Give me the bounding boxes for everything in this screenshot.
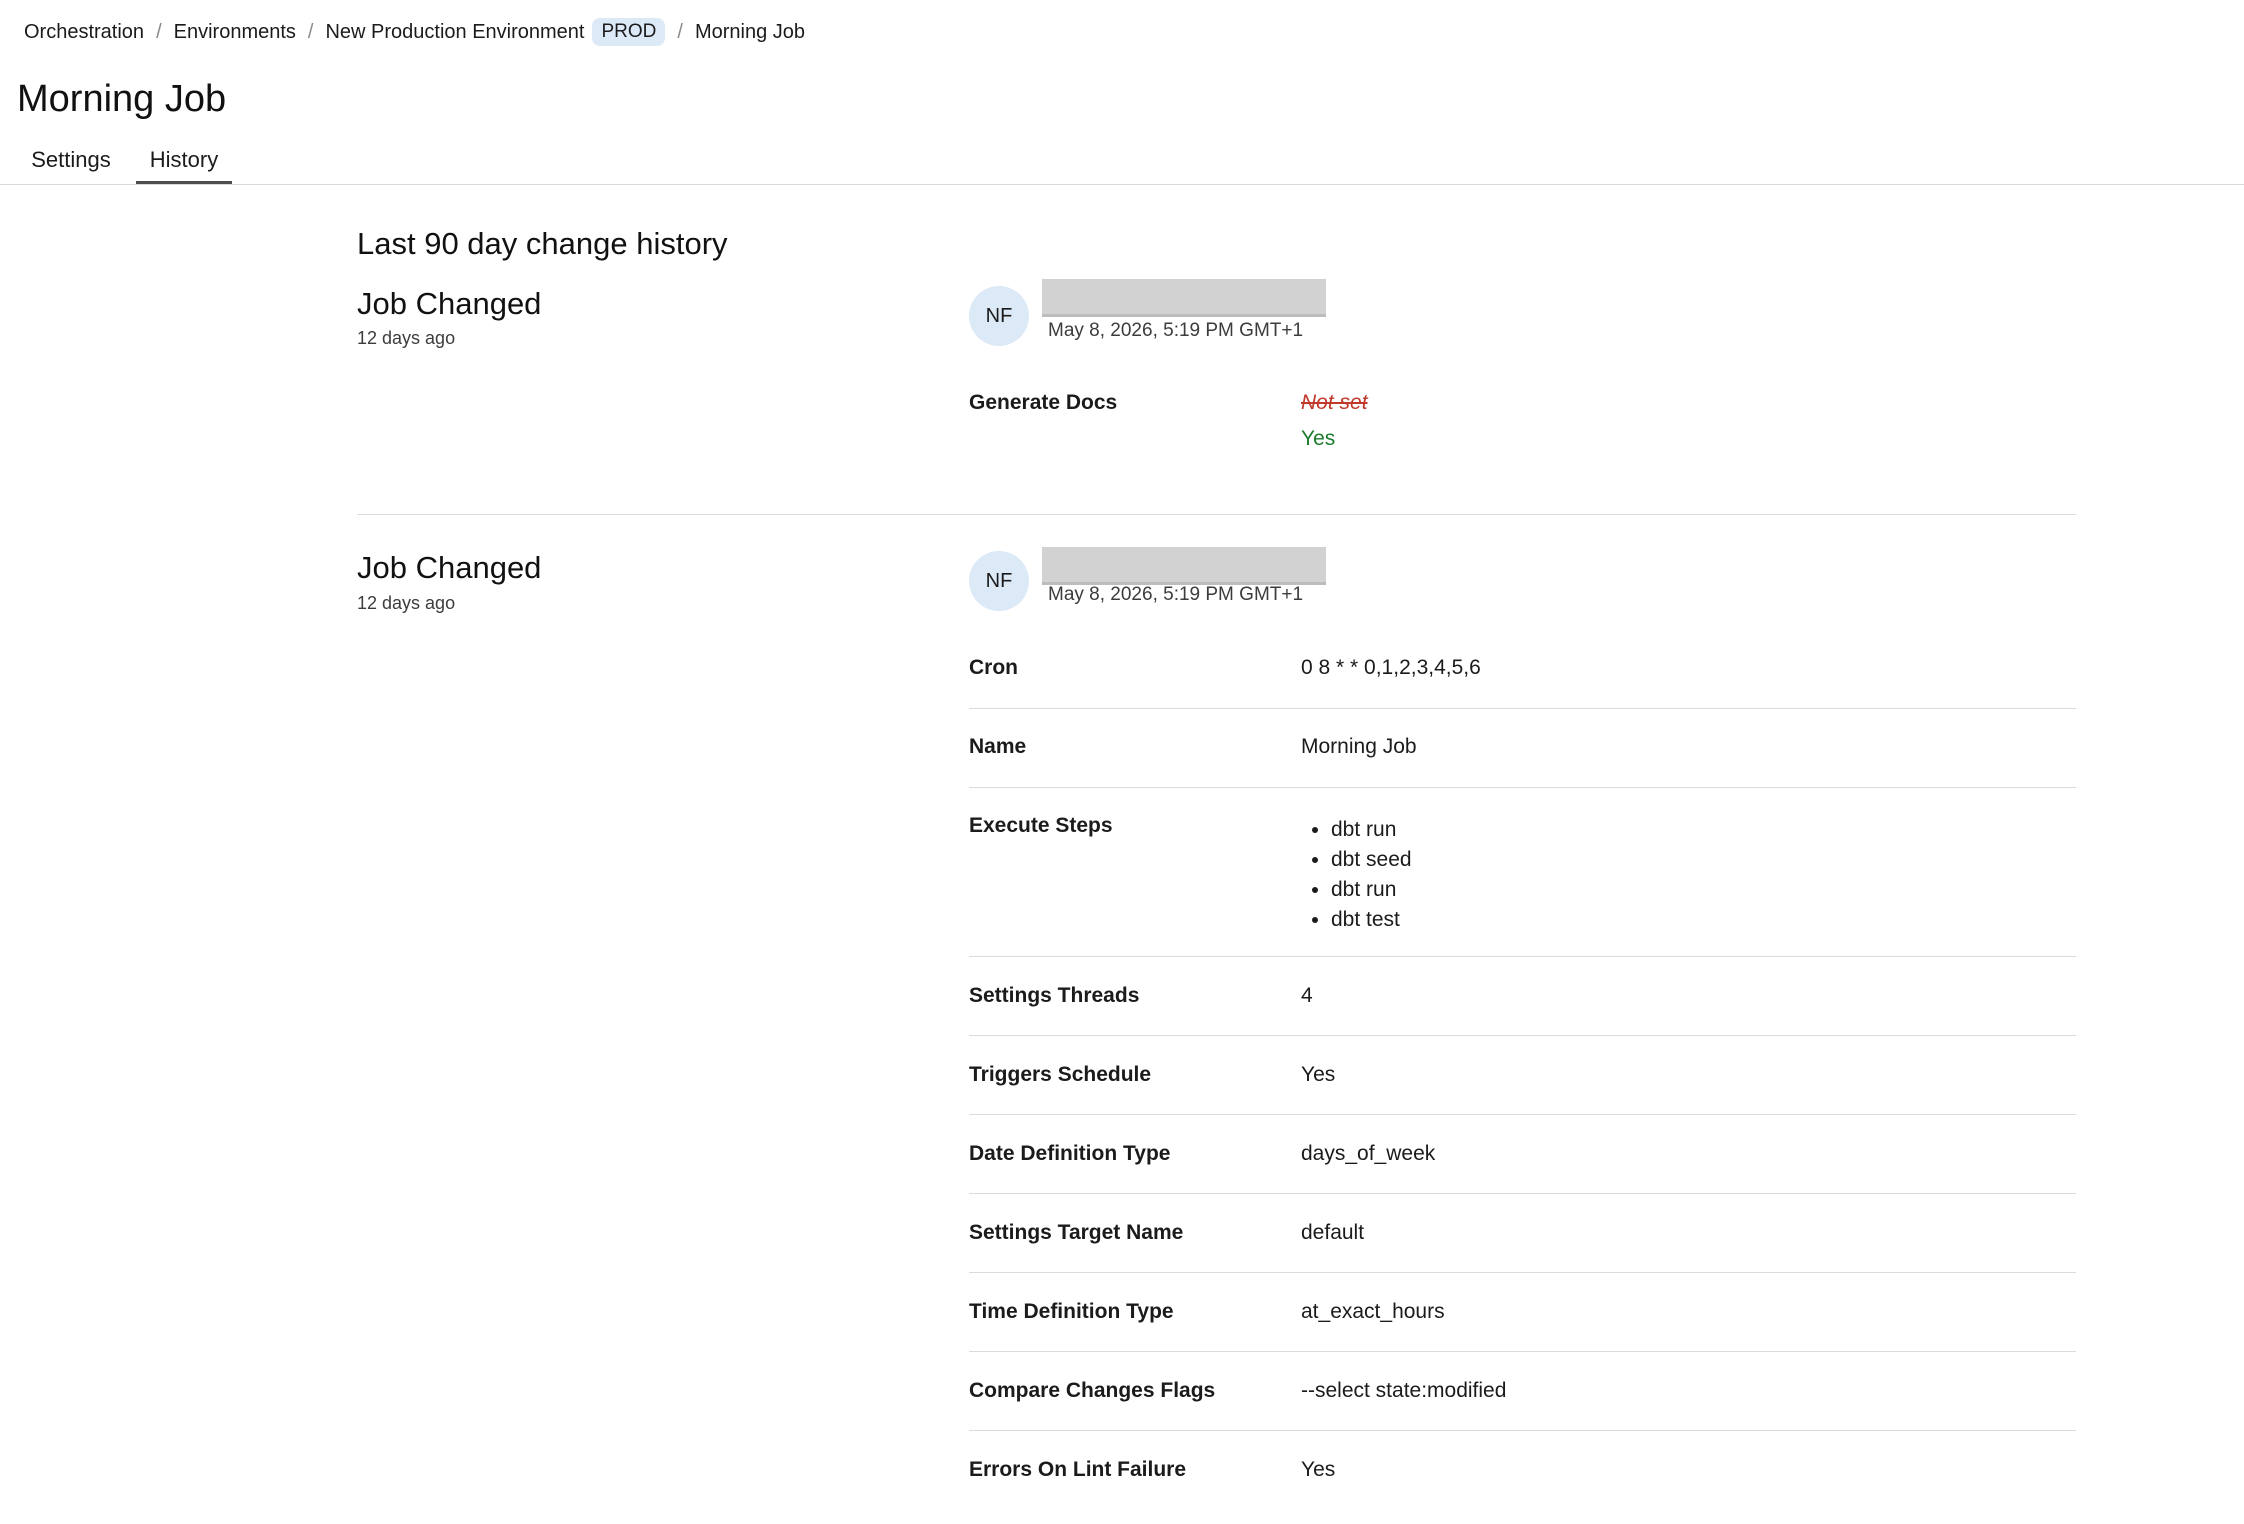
field-value-settings-threads: 4 — [1301, 984, 1313, 1007]
entry-title: Job Changed — [357, 550, 542, 585]
list-item: dbt seed — [1331, 845, 1412, 875]
field-value-compare-changes-flags: --select state:modified — [1301, 1379, 1507, 1402]
field-value-settings-target-name: default — [1301, 1221, 1365, 1244]
field-label-compare-changes-flags: Compare Changes Flags — [969, 1379, 1216, 1402]
field-label-settings-threads: Settings Threads — [969, 984, 1140, 1007]
field-label-triggers-schedule: Triggers Schedule — [969, 1063, 1152, 1086]
row-divider — [969, 1272, 2076, 1273]
environment-badge: PROD — [592, 18, 666, 46]
field-value-errors-on-lint-failure: Yes — [1301, 1458, 1336, 1481]
job-history-page: Orchestration / Environments / New Produ… — [0, 0, 2244, 1524]
field-label-time-definition-type: Time Definition Type — [969, 1300, 1174, 1323]
row-divider — [969, 787, 2076, 788]
entry-timestamp: May 8, 2026, 5:19 PM GMT+1 — [1048, 584, 1304, 605]
field-new-value: Yes — [1301, 427, 1336, 450]
page-title: Morning Job — [17, 78, 227, 120]
field-old-value: Not set — [1301, 391, 1368, 414]
history-section-title: Last 90 day change history — [357, 226, 728, 261]
row-divider — [969, 956, 2076, 957]
breadcrumb-separator: / — [307, 20, 314, 43]
field-value-time-definition-type: at_exact_hours — [1301, 1300, 1445, 1323]
field-label-settings-target-name: Settings Target Name — [969, 1221, 1184, 1244]
list-item: dbt test — [1331, 905, 1412, 935]
row-divider — [969, 1035, 2076, 1036]
field-label-errors-on-lint-failure: Errors On Lint Failure — [969, 1458, 1187, 1481]
field-value-name: Morning Job — [1301, 735, 1417, 758]
avatar: NF — [969, 551, 1029, 611]
field-value-triggers-schedule: Yes — [1301, 1063, 1336, 1086]
entry-timestamp: May 8, 2026, 5:19 PM GMT+1 — [1048, 320, 1304, 341]
breadcrumb-environment[interactable]: New Production Environment — [325, 21, 584, 44]
entry-title: Job Changed — [357, 286, 542, 321]
breadcrumb: Orchestration / Environments / New Produ… — [24, 18, 805, 46]
entry-divider — [357, 514, 2076, 515]
breadcrumb-environments[interactable]: Environments — [174, 21, 296, 44]
row-divider — [969, 1351, 2076, 1352]
avatar: NF — [969, 286, 1029, 346]
execute-steps-list: dbt run dbt seed dbt run dbt test — [1301, 815, 1412, 935]
field-value-date-definition-type: days_of_week — [1301, 1142, 1436, 1165]
field-label-cron: Cron — [969, 656, 1018, 679]
breadcrumb-separator: / — [677, 20, 683, 43]
tab-history[interactable]: History — [136, 140, 232, 184]
row-divider — [969, 1430, 2076, 1431]
redacted-user-name — [1042, 279, 1326, 317]
row-divider — [969, 1193, 2076, 1194]
breadcrumb-orchestration[interactable]: Orchestration — [24, 21, 144, 44]
breadcrumb-separator: / — [156, 20, 162, 43]
field-label-name: Name — [969, 735, 1027, 758]
redacted-user-name — [1042, 547, 1326, 585]
tab-bar: Settings History — [0, 140, 2244, 185]
tab-settings[interactable]: Settings — [17, 140, 125, 181]
field-label-date-definition-type: Date Definition Type — [969, 1142, 1171, 1165]
list-item: dbt run — [1331, 815, 1412, 845]
entry-time-ago: 12 days ago — [357, 328, 456, 348]
row-divider — [969, 708, 2076, 709]
list-item: dbt run — [1331, 875, 1412, 905]
field-label-execute-steps: Execute Steps — [969, 814, 1113, 837]
breadcrumb-current: Morning Job — [694, 20, 806, 43]
field-value-cron: 0 8 * * 0,1,2,3,4,5,6 — [1301, 656, 1481, 679]
field-label-generate-docs: Generate Docs — [969, 391, 1118, 414]
row-divider — [969, 1114, 2076, 1115]
entry-time-ago: 12 days ago — [357, 593, 456, 613]
